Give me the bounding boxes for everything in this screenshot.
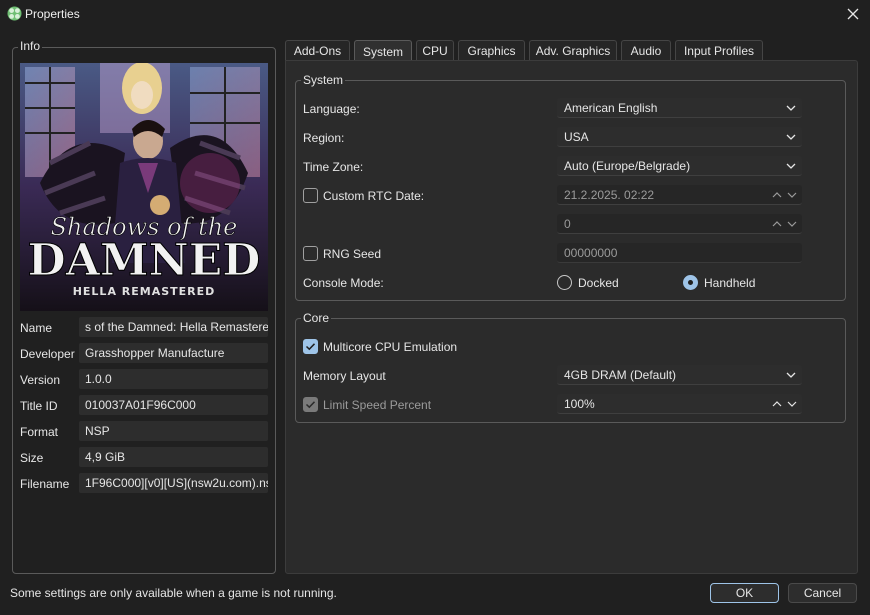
- core-group-title: Core: [301, 311, 332, 325]
- limit-speed-spinbox[interactable]: 100%: [557, 394, 802, 414]
- chevron-down-icon: [786, 372, 796, 378]
- memory-layout-label: Memory Layout: [303, 369, 386, 383]
- custom-rtc-offset-value: 0: [564, 217, 571, 231]
- footer-note: Some settings are only available when a …: [10, 586, 337, 600]
- docked-radio[interactable]: [557, 275, 572, 290]
- info-version-label: Version: [20, 373, 61, 387]
- docked-radio-label: Docked: [578, 276, 619, 290]
- info-filename-label: Filename: [20, 477, 70, 491]
- info-group-title: Info: [18, 39, 43, 53]
- info-name-label: Name: [20, 321, 53, 335]
- tab-system[interactable]: System: [354, 40, 412, 62]
- tab-adv-graphics[interactable]: Adv. Graphics: [529, 40, 617, 61]
- language-value: American English: [564, 101, 658, 115]
- system-group-title: System: [301, 73, 346, 87]
- info-format-value[interactable]: NSP: [79, 421, 268, 441]
- handheld-radio-label: Handheld: [704, 276, 756, 290]
- info-format-label: Format: [20, 425, 59, 439]
- info-titleid-label: Title ID: [20, 399, 58, 413]
- timezone-select[interactable]: Auto (Europe/Belgrade): [557, 156, 802, 176]
- tab-cpu[interactable]: CPU: [416, 40, 454, 61]
- checkmark-icon: [305, 343, 316, 351]
- info-version-value[interactable]: 1.0.0: [79, 369, 268, 389]
- info-titleid-value[interactable]: 010037A01F96C000: [79, 395, 268, 415]
- spin-arrows-icon[interactable]: [772, 398, 798, 410]
- rng-seed-checkbox[interactable]: [303, 246, 318, 261]
- cover-title-line2: DAMNED: [28, 235, 261, 286]
- custom-rtc-value: 21.2.2025. 02:22: [564, 188, 655, 202]
- language-label: Language:: [303, 102, 360, 116]
- close-button[interactable]: [840, 3, 866, 25]
- multicore-checkbox[interactable]: [303, 339, 318, 354]
- region-select[interactable]: USA: [557, 127, 802, 147]
- checkmark-icon: [305, 401, 316, 409]
- multicore-label: Multicore CPU Emulation: [323, 340, 458, 354]
- memory-layout-select[interactable]: 4GB DRAM (Default): [557, 365, 802, 385]
- window-title: Properties: [25, 7, 80, 21]
- cancel-button[interactable]: Cancel: [788, 583, 857, 603]
- info-developer-value[interactable]: Grasshopper Manufacture: [79, 343, 268, 363]
- custom-rtc-label: Custom RTC Date:: [323, 189, 425, 203]
- timezone-label: Time Zone:: [303, 160, 364, 174]
- limit-speed-checkbox[interactable]: [303, 397, 318, 412]
- timezone-value: Auto (Europe/Belgrade): [564, 159, 691, 173]
- custom-rtc-checkbox[interactable]: [303, 188, 318, 203]
- console-mode-label: Console Mode:: [303, 276, 384, 290]
- tab-graphics[interactable]: Graphics: [458, 40, 525, 61]
- spin-arrows-icon[interactable]: [772, 189, 798, 201]
- tab-audio[interactable]: Audio: [621, 40, 671, 61]
- limit-speed-label: Limit Speed Percent: [323, 398, 432, 412]
- info-size-value[interactable]: 4,9 GiB: [79, 447, 268, 467]
- region-value: USA: [564, 130, 589, 144]
- ok-button[interactable]: OK: [710, 583, 779, 603]
- region-label: Region:: [303, 131, 345, 145]
- info-developer-label: Developer: [20, 347, 75, 361]
- chevron-down-icon: [786, 163, 796, 169]
- rng-seed-label: RNG Seed: [323, 247, 382, 261]
- spin-arrows-icon[interactable]: [772, 218, 798, 230]
- chevron-down-icon: [786, 105, 796, 111]
- info-size-label: Size: [20, 451, 44, 465]
- title-bar: [0, 0, 870, 28]
- handheld-radio[interactable]: [683, 275, 698, 290]
- chevron-down-icon: [786, 134, 796, 140]
- custom-rtc-offset-spinbox[interactable]: 0: [557, 214, 802, 234]
- tab-input-profiles[interactable]: Input Profiles: [675, 40, 763, 61]
- rng-seed-input[interactable]: 00000000: [557, 243, 802, 263]
- limit-speed-value: 100%: [564, 397, 595, 411]
- language-select[interactable]: American English: [557, 98, 802, 118]
- close-icon: [847, 8, 859, 20]
- game-cover-art: Shadows of the DAMNED HELLA REMASTERED: [20, 63, 268, 311]
- cover-subtitle: HELLA REMASTERED: [73, 285, 216, 298]
- info-filename-value[interactable]: 1F96C000][v0][US](nsw2u.com).nsp: [79, 473, 268, 493]
- emulator-logo-icon: [7, 6, 22, 21]
- info-name-value[interactable]: s of the Damned: Hella Remastered: [79, 317, 268, 337]
- custom-rtc-datetime[interactable]: 21.2.2025. 02:22: [557, 185, 802, 205]
- memory-layout-value: 4GB DRAM (Default): [564, 368, 677, 382]
- tab-add-ons[interactable]: Add-Ons: [285, 40, 350, 61]
